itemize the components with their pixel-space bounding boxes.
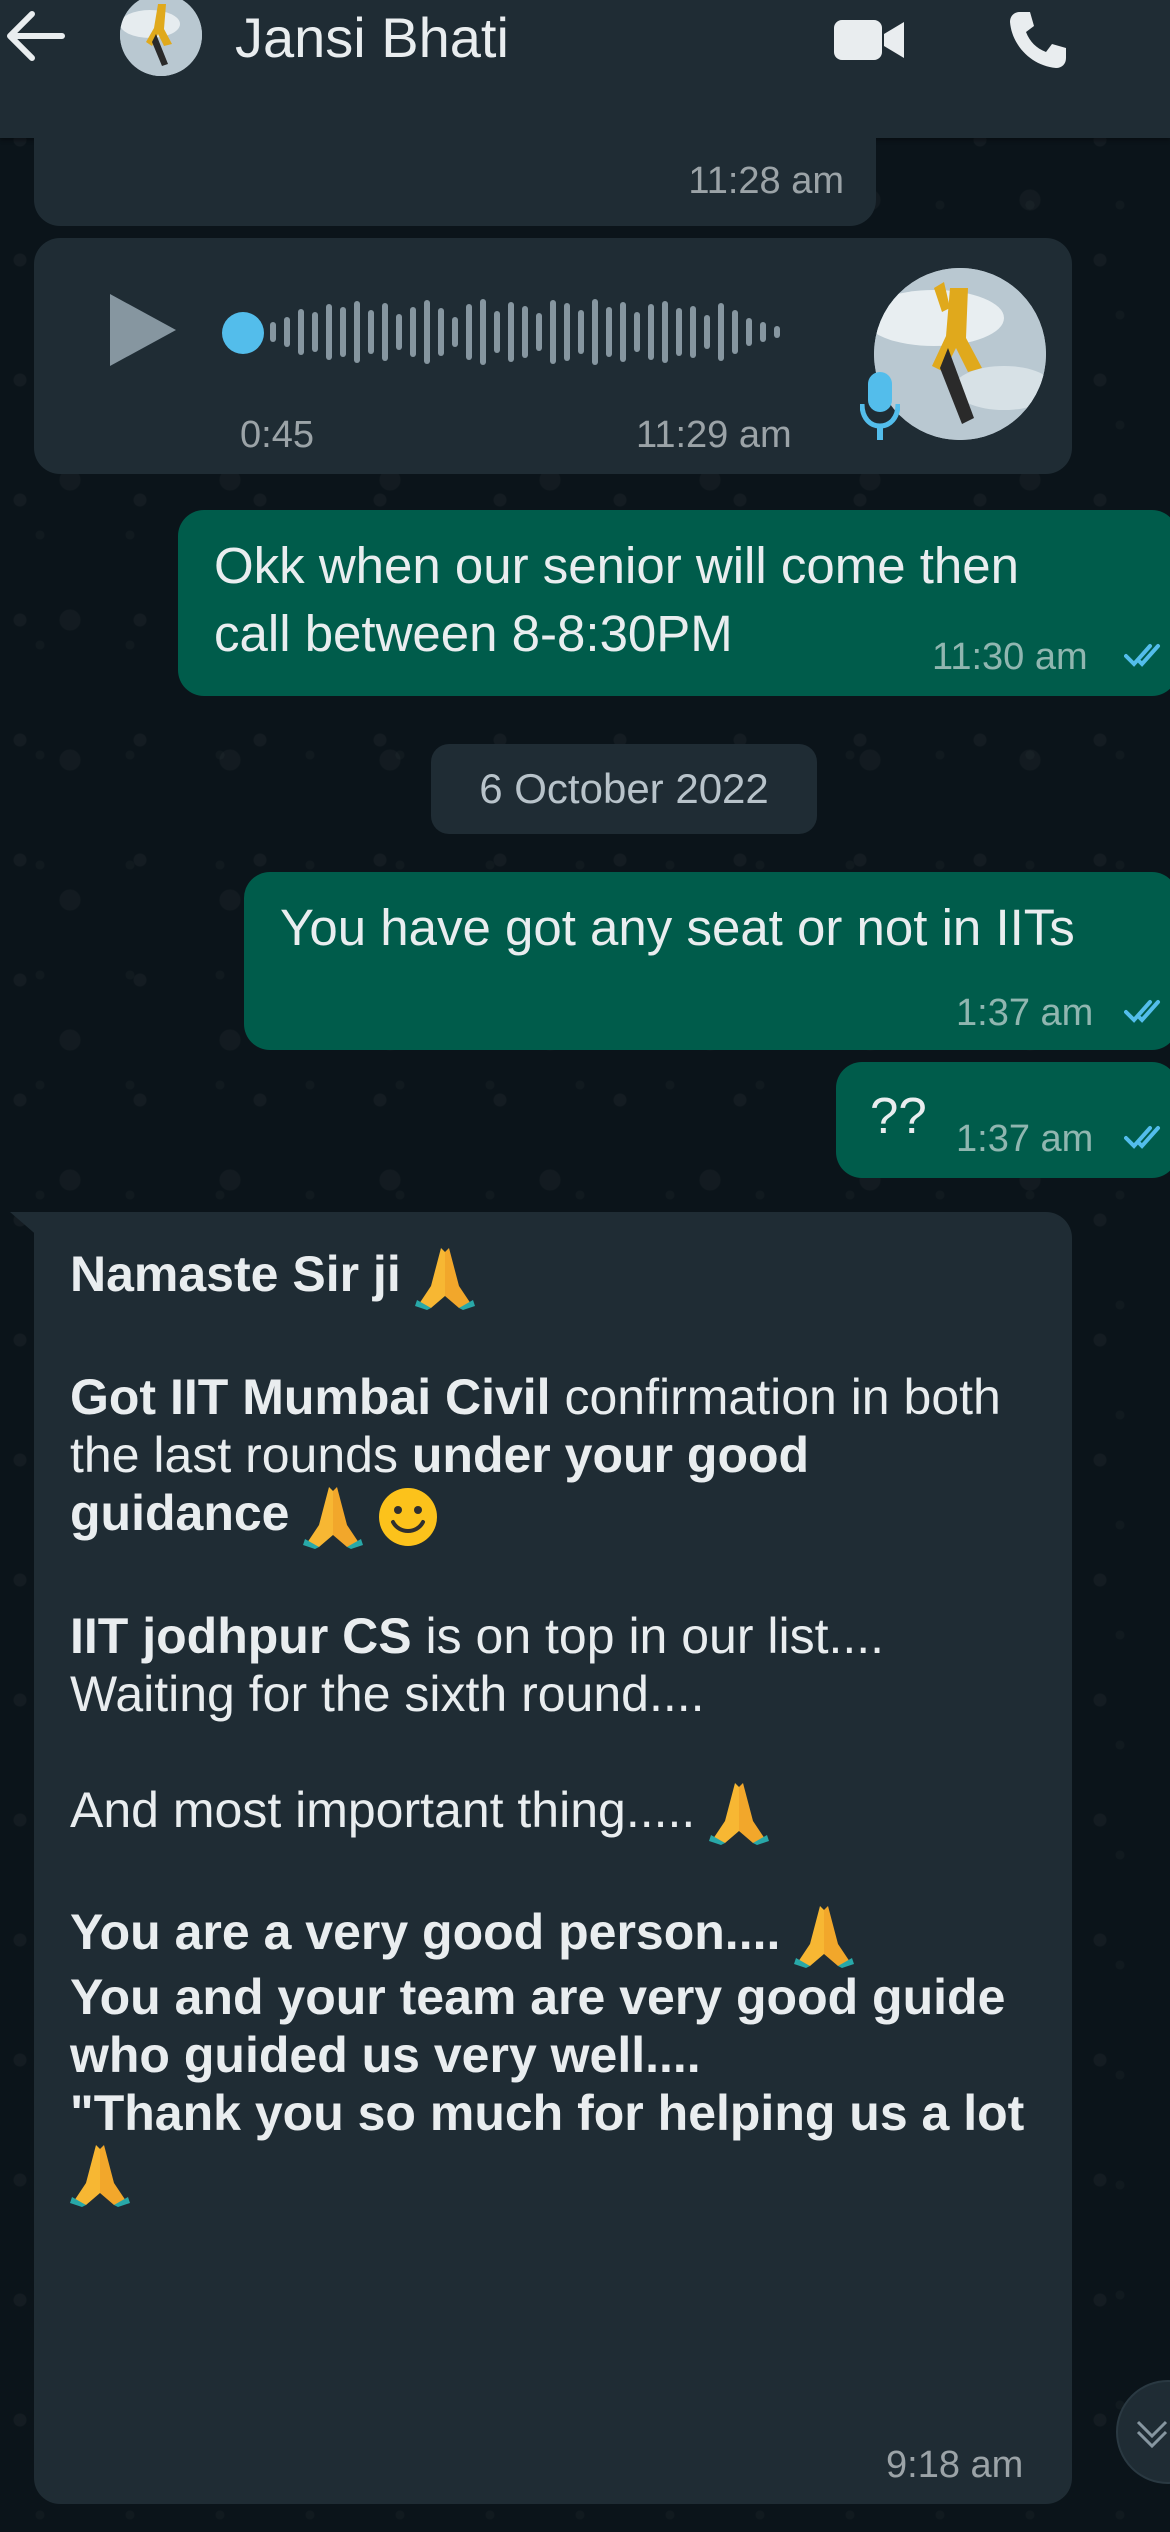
waveform-bar — [382, 303, 388, 361]
message-text: ?? — [870, 1087, 927, 1144]
date-separator: 6 October 2022 — [431, 744, 817, 834]
voice-seek-handle[interactable] — [222, 312, 264, 354]
message-time: 9:18 am — [886, 2444, 1024, 2486]
message-bubble-incoming[interactable]: 11:28 am — [34, 120, 876, 226]
contact-name[interactable]: Jansi Bhati — [235, 5, 509, 70]
waveform-bar — [774, 326, 780, 338]
waveform-bar — [522, 306, 528, 358]
folded-hands-emoji-icon — [414, 1247, 475, 1310]
plain-text: Waiting for the sixth round.... — [70, 1665, 705, 1722]
waveform-bar — [606, 307, 612, 357]
waveform-bar — [270, 322, 276, 342]
waveform-bar — [438, 308, 444, 356]
greeting-text: Namaste Sir ji — [70, 1246, 401, 1302]
folded-hands-emoji-icon — [794, 1906, 855, 1969]
phone-icon[interactable] — [1006, 8, 1068, 70]
waveform-bar — [620, 302, 626, 362]
waveform-bar — [354, 301, 360, 363]
waveform-bar — [592, 299, 598, 365]
chevron-down-icon — [1136, 2420, 1168, 2449]
waveform-bar — [410, 307, 416, 357]
voice-duration: 0:45 — [240, 414, 314, 456]
waveform-bar — [480, 299, 486, 365]
chat-header: Jansi Bhati — [0, 0, 1170, 138]
message-text: Namaste Sir ji Got IIT Mumbai Civil conf… — [70, 1245, 1030, 2207]
waveform-bar — [704, 315, 710, 349]
message-time: 11:28 am — [688, 160, 844, 202]
message-time: 1:37 am — [956, 992, 1094, 1034]
folded-hands-emoji-icon — [303, 1486, 364, 1549]
smiling-face-emoji-icon — [379, 1487, 438, 1546]
folded-hands-emoji-icon — [709, 1783, 770, 1846]
waveform-bar — [312, 312, 318, 352]
waveform-bar — [494, 311, 500, 353]
message-text: call between 8-8:30PM — [214, 605, 733, 662]
waveform-bar — [368, 310, 374, 354]
waveform-bar — [648, 304, 654, 360]
double-check-icon — [1124, 1126, 1160, 1149]
microphone-icon — [860, 372, 900, 440]
waveform-bar — [508, 302, 514, 362]
waveform-bar — [424, 300, 430, 364]
waveform-bar — [340, 307, 346, 357]
message-time: 11:29 am — [636, 414, 792, 456]
message-text: Okk when our senior will come then — [214, 537, 1020, 594]
bold-text: IIT jodhpur CS — [70, 1607, 412, 1664]
waveform-bar — [760, 322, 766, 342]
voice-waveform[interactable] — [270, 290, 800, 374]
contact-avatar[interactable] — [120, 0, 202, 76]
waveform-bar — [536, 313, 542, 351]
waveform-bar — [326, 304, 332, 360]
waveform-bar — [564, 303, 570, 361]
waveform-bar — [452, 317, 458, 347]
waveform-bar — [578, 310, 584, 354]
message-text: You have got any seat or not in IITs — [280, 899, 1075, 956]
double-check-icon — [1124, 1000, 1160, 1023]
waveform-bar — [298, 309, 304, 355]
message-time: 11:30 am — [932, 636, 1088, 678]
waveform-bar — [746, 318, 752, 346]
bold-text: You are a very good person.... — [70, 1904, 781, 1961]
bold-text: "Thank you so much for helping us a lot — [70, 2085, 1025, 2142]
waveform-bar — [284, 317, 290, 347]
video-camera-icon[interactable] — [832, 14, 906, 66]
waveform-bar — [550, 300, 556, 364]
bold-text: You and your team are very good guide wh… — [70, 1969, 1006, 2084]
bubble-tail — [10, 1212, 40, 1238]
bold-text: Got IIT Mumbai Civil — [70, 1368, 551, 1425]
message-time: 1:37 am — [956, 1118, 1094, 1160]
waveform-bar — [396, 314, 402, 350]
arrow-left-icon[interactable] — [2, 6, 68, 66]
plain-text: is on top in our list.... — [411, 1607, 885, 1664]
folded-hands-emoji-icon — [70, 2144, 130, 2207]
plain-text: And most important thing..... — [70, 1781, 696, 1838]
waveform-bar — [466, 304, 472, 360]
waveform-bar — [718, 303, 724, 361]
play-icon[interactable] — [100, 288, 182, 372]
double-check-icon — [1124, 644, 1160, 667]
waveform-bar — [662, 301, 668, 363]
waveform-bar — [634, 312, 640, 352]
waveform-bar — [690, 306, 696, 358]
waveform-bar — [676, 308, 682, 356]
waveform-bar — [732, 310, 738, 354]
